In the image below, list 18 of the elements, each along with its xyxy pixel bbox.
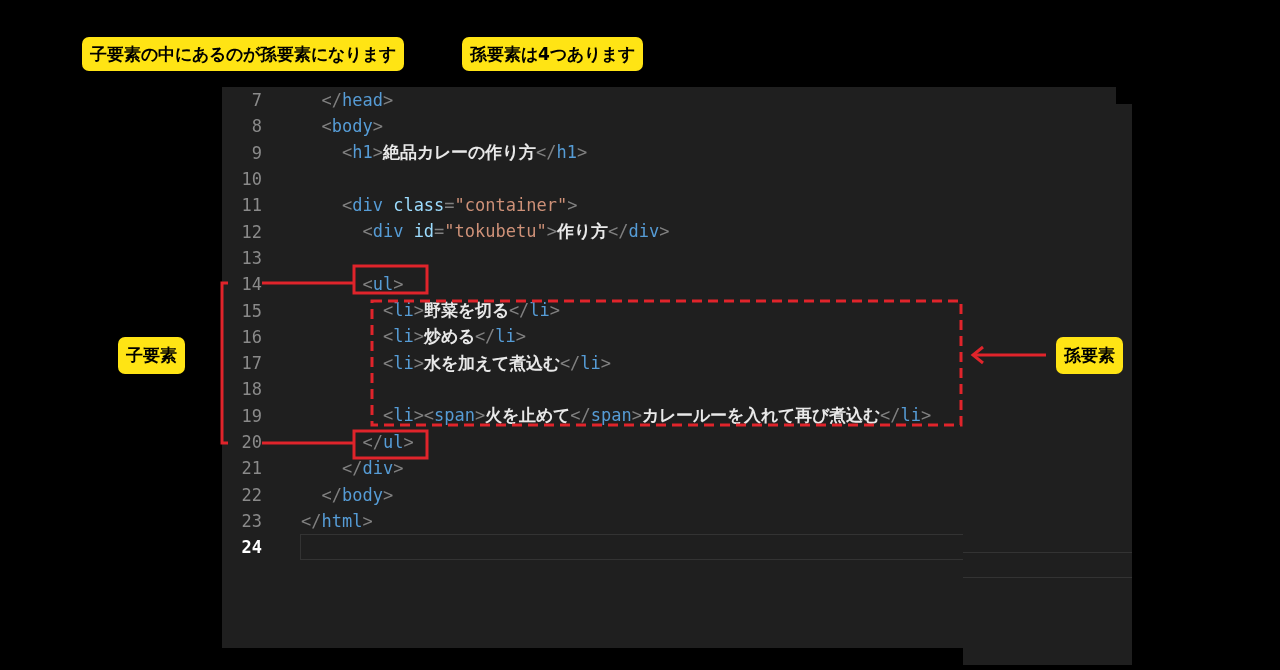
callout-label: 孫要素 bbox=[1056, 337, 1123, 374]
code-line: <ul> bbox=[362, 274, 404, 295]
code-line: <li>水を加えて煮込む</li> bbox=[382, 351, 612, 375]
callout-label: 子要素の中にあるのが孫要素になります bbox=[82, 37, 404, 71]
code-line: <li>炒める</li> bbox=[382, 325, 527, 349]
callout-label: 孫要素は4つあります bbox=[462, 37, 643, 71]
code-line: </ul> bbox=[362, 432, 414, 452]
code-line: </div> bbox=[341, 458, 404, 479]
callout-label: 子要素 bbox=[118, 337, 185, 374]
code-line: </html> bbox=[301, 510, 373, 531]
code-line: <div id="tokubetu">作り方</div> bbox=[362, 220, 670, 244]
code-line: <body> bbox=[321, 116, 383, 137]
code-line: <li>野菜を切る</li> bbox=[382, 299, 561, 322]
code-line: <li><span>火を止めて</span>カレールーを入れて再び煮込む</li> bbox=[382, 404, 932, 428]
code-line: <div class="container"> bbox=[341, 195, 578, 216]
code-line: </body> bbox=[321, 484, 394, 505]
code-line: </head> bbox=[321, 90, 394, 111]
code-line: <h1>絶品カレーの作り方</h1> bbox=[341, 141, 588, 165]
